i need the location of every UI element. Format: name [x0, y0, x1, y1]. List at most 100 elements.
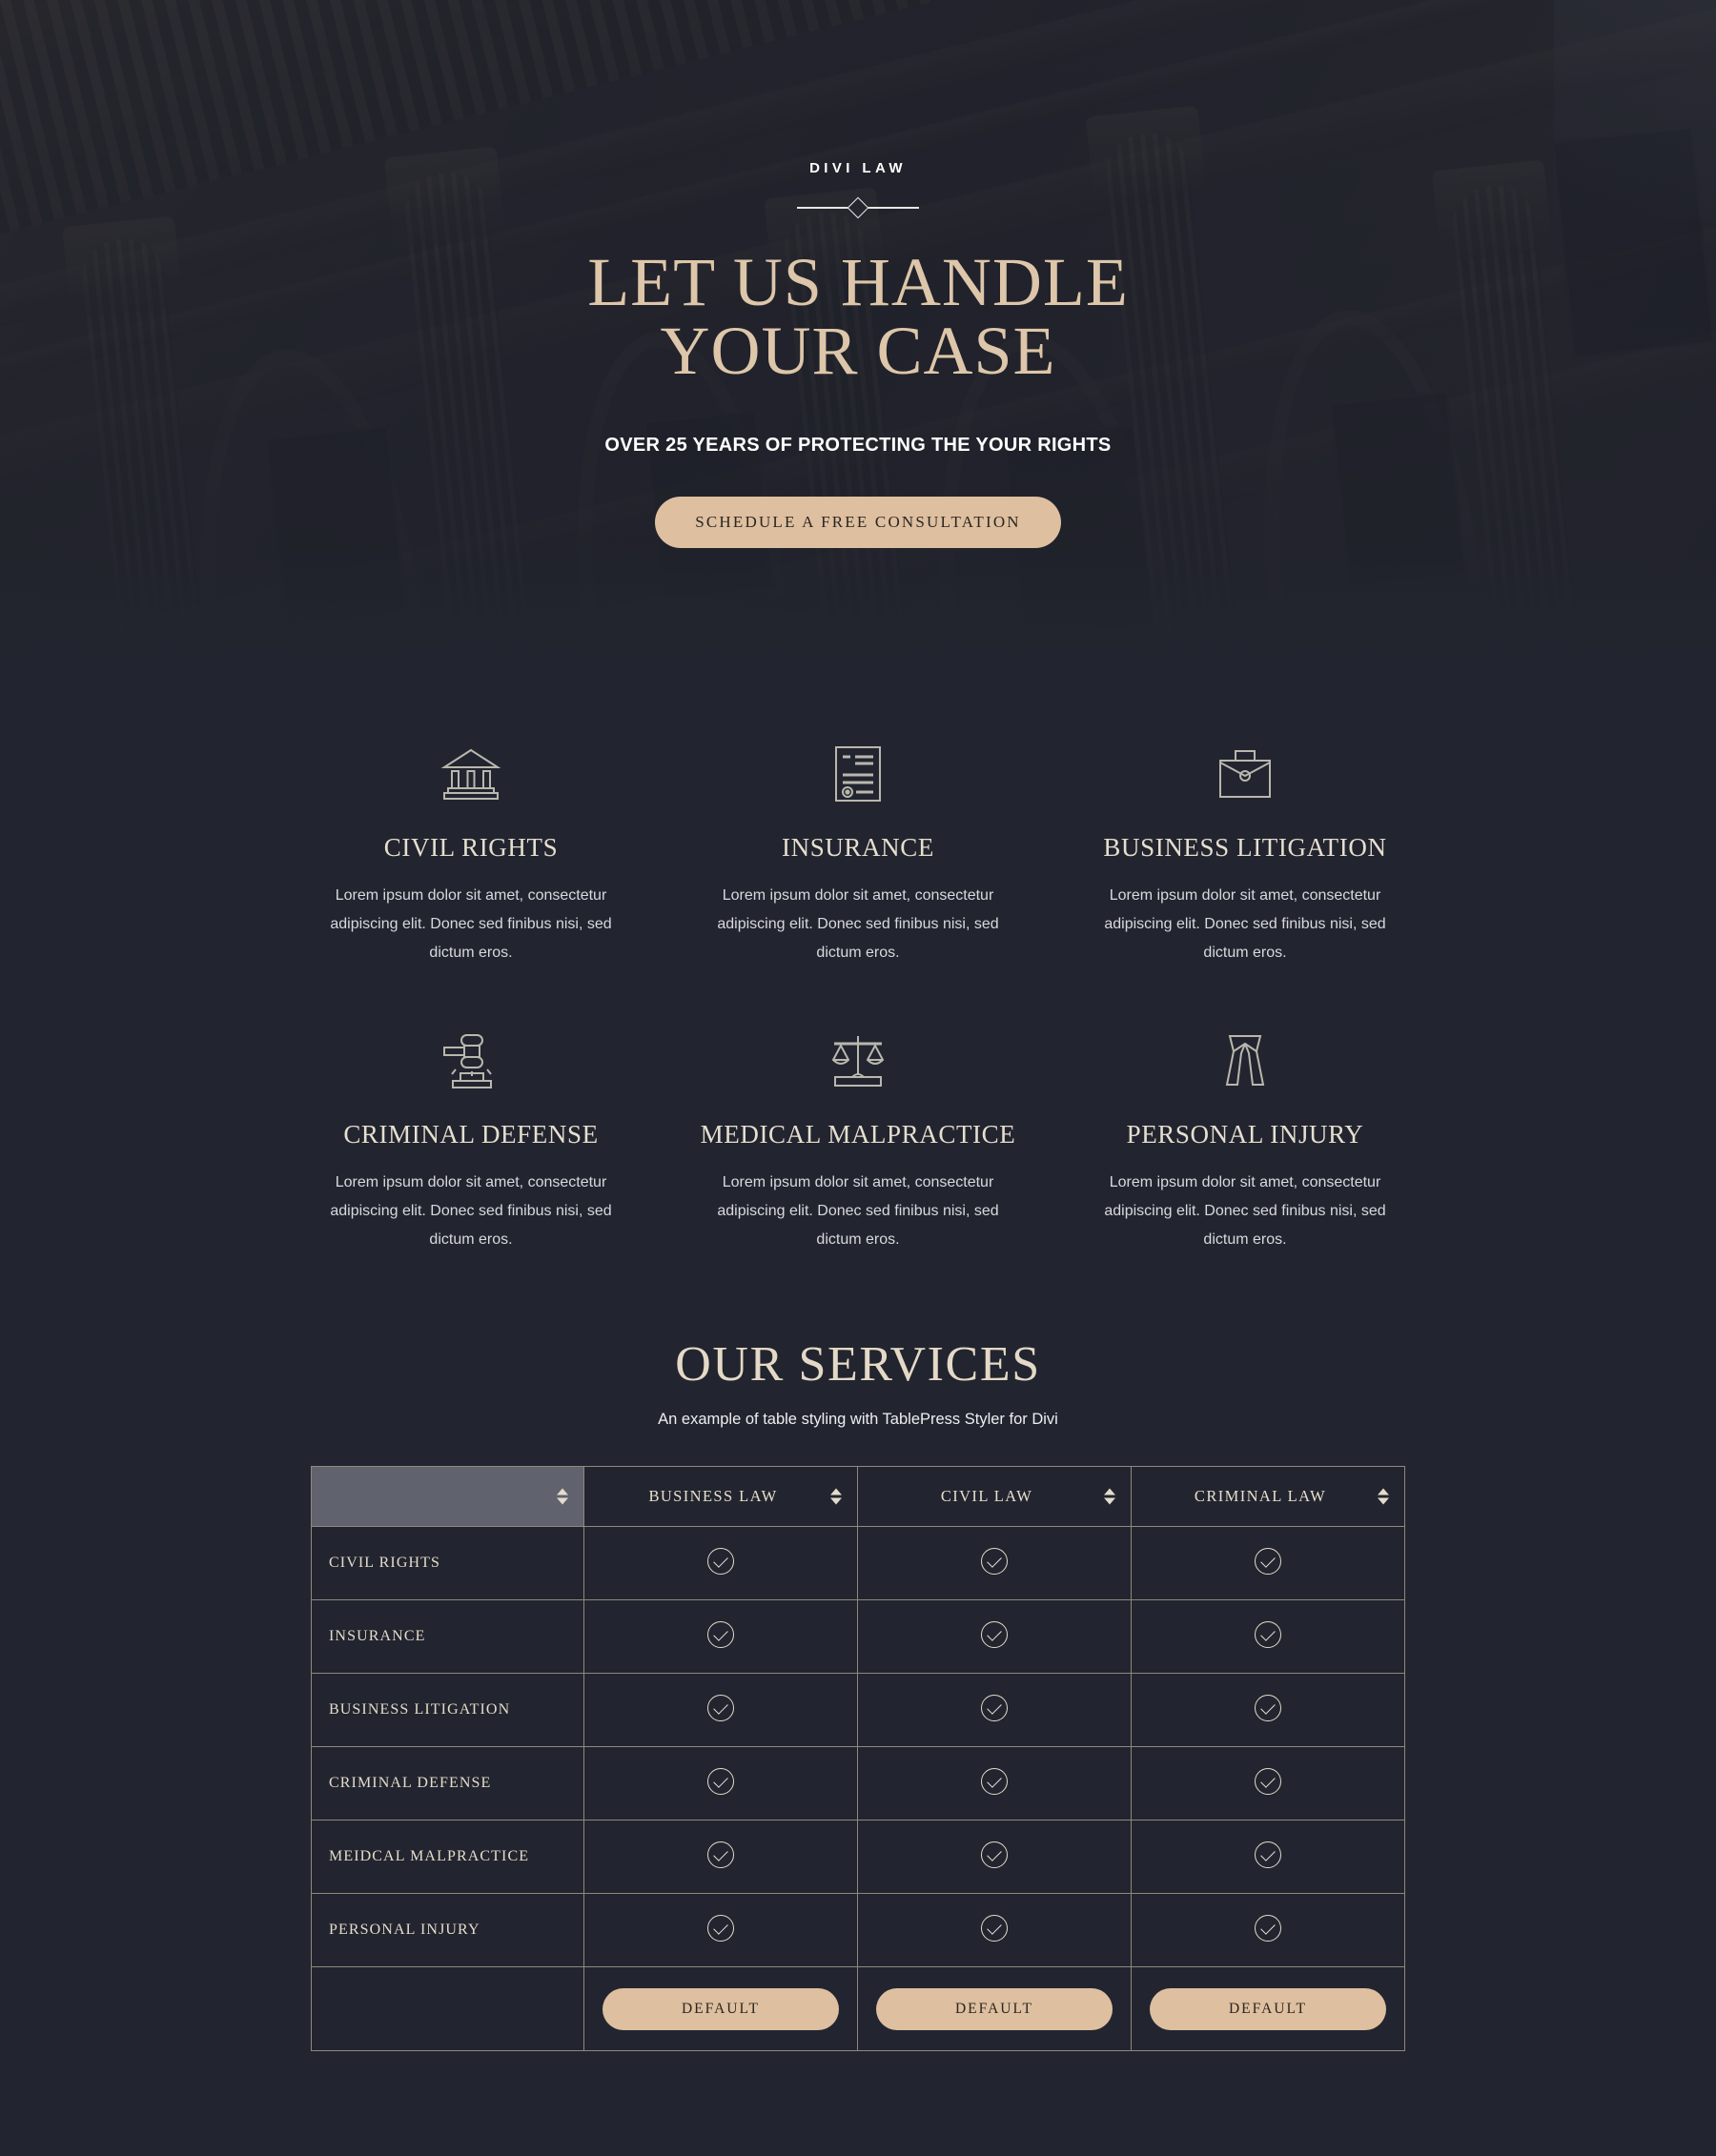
table-cell-button: DEFAULT [1131, 1966, 1405, 2051]
table-cell-button: DEFAULT [583, 1966, 858, 2051]
table-cell-check [583, 1893, 858, 1967]
service-card-civil-rights: CIVIL RIGHTS Lorem ipsum dolor sit amet,… [310, 736, 632, 967]
service-card-title: PERSONAL INJURY [1126, 1120, 1364, 1149]
section-subtitle: An example of table styling with TablePr… [658, 1411, 1058, 1428]
hero-title-line-1: LET US HANDLE [587, 244, 1129, 320]
table-header-cell-criminal-law[interactable]: CRIMINAL LAW [1131, 1466, 1405, 1527]
service-card-text: Lorem ipsum dolor sit amet, consectetur … [717, 1174, 999, 1248]
table-cell-check [1131, 1893, 1405, 1967]
service-card-insurance: INSURANCE Lorem ipsum dolor sit amet, co… [697, 736, 1019, 967]
check-circle-icon [981, 1841, 1008, 1868]
check-circle-icon [707, 1767, 734, 1795]
diamond-icon [847, 196, 869, 219]
service-card-title: MEDICAL MALPRACTICE [700, 1120, 1016, 1149]
table-cell-check [1131, 1526, 1405, 1600]
diamond-divider [797, 196, 919, 219]
services-grid: CIVIL RIGHTS Lorem ipsum dolor sit amet,… [310, 736, 1406, 1254]
table-cell-button: DEFAULT [857, 1966, 1132, 2051]
sort-arrows-icon[interactable] [1104, 1488, 1115, 1505]
sort-arrows-icon[interactable] [1378, 1488, 1389, 1505]
table-header-label: CIVIL LAW [940, 1487, 1033, 1505]
table-cell-check [857, 1599, 1132, 1674]
sort-arrows-icon[interactable] [830, 1488, 842, 1505]
gavel-icon [310, 1023, 632, 1099]
default-button-criminal-law[interactable]: DEFAULT [1150, 1987, 1386, 2030]
table-cell-check [583, 1599, 858, 1674]
table-head: BUSINESS LAW CIVIL LAW CRIMINAL LAW [311, 1466, 1405, 1527]
table-cell-check [1131, 1746, 1405, 1820]
hero-content: DIVI LAW LET US HANDLE YOUR CASE OVER 25… [0, 0, 1716, 548]
table-row: INSURANCE [311, 1599, 1405, 1674]
scales-icon [697, 1023, 1019, 1099]
table-row: CIVIL RIGHTS [311, 1526, 1405, 1600]
check-circle-icon [981, 1620, 1008, 1648]
sort-arrows-icon[interactable] [557, 1488, 568, 1505]
services-table: BUSINESS LAW CIVIL LAW CRIMINAL LAW CIVI [311, 1466, 1405, 2051]
check-circle-icon [981, 1694, 1008, 1721]
services-table-wrapper: BUSINESS LAW CIVIL LAW CRIMINAL LAW CIVI [311, 1466, 1405, 2051]
barrister-bands-icon [1084, 1023, 1406, 1099]
hero-title-line-2: YOUR CASE [660, 313, 1056, 389]
table-row: BUSINESS LITIGATION [311, 1673, 1405, 1747]
table-header-label: CRIMINAL LAW [1194, 1487, 1327, 1505]
services-grid-section: CIVIL RIGHTS Lorem ipsum dolor sit amet,… [0, 661, 1716, 1254]
service-card-text: Lorem ipsum dolor sit amet, consectetur … [330, 1174, 612, 1248]
table-row: MEIDCAL MALPRACTICE [311, 1820, 1405, 1894]
table-row-label: MEIDCAL MALPRACTICE [311, 1820, 584, 1894]
check-circle-icon [981, 1547, 1008, 1575]
service-card-business-litigation: BUSINESS LITIGATION Lorem ipsum dolor si… [1084, 736, 1406, 967]
table-row: PERSONAL INJURY [311, 1893, 1405, 1967]
check-circle-icon [1255, 1914, 1281, 1942]
service-card-text: Lorem ipsum dolor sit amet, consectetur … [330, 887, 612, 961]
service-card-text: Lorem ipsum dolor sit amet, consectetur … [717, 887, 999, 961]
table-cell-check [583, 1820, 858, 1894]
check-circle-icon [981, 1914, 1008, 1942]
service-card-title: INSURANCE [782, 833, 934, 862]
table-cell-check [857, 1526, 1132, 1600]
service-card-title: CIVIL RIGHTS [383, 833, 559, 862]
table-header-cell-sorted[interactable] [311, 1466, 584, 1527]
default-button-business-law[interactable]: DEFAULT [603, 1987, 839, 2030]
service-card-criminal-defense: CRIMINAL DEFENSE Lorem ipsum dolor sit a… [310, 1023, 632, 1254]
table-row-label: BUSINESS LITIGATION [311, 1673, 584, 1747]
table-row: CRIMINAL DEFENSE [311, 1746, 1405, 1820]
document-icon [697, 736, 1019, 812]
table-header-cell-civil-law[interactable]: CIVIL LAW [857, 1466, 1132, 1527]
check-circle-icon [707, 1620, 734, 1648]
table-row-label [311, 1966, 584, 2051]
check-circle-icon [1255, 1767, 1281, 1795]
check-circle-icon [1255, 1841, 1281, 1868]
table-cell-check [857, 1673, 1132, 1747]
table-cell-check [857, 1893, 1132, 1967]
table-header-cell-business-law[interactable]: BUSINESS LAW [583, 1466, 858, 1527]
brand-eyebrow: DIVI LAW [809, 160, 907, 176]
service-card-title: CRIMINAL DEFENSE [343, 1120, 599, 1149]
check-circle-icon [707, 1547, 734, 1575]
check-circle-icon [707, 1694, 734, 1721]
hero-title: LET US HANDLE YOUR CASE [0, 248, 1716, 385]
schedule-consultation-button[interactable]: SCHEDULE A FREE CONSULTATION [655, 497, 1061, 548]
table-cell-check [1131, 1820, 1405, 1894]
default-button-civil-law[interactable]: DEFAULT [876, 1987, 1113, 2030]
service-card-personal-injury: PERSONAL INJURY Lorem ipsum dolor sit am… [1084, 1023, 1406, 1254]
service-card-text: Lorem ipsum dolor sit amet, consectetur … [1104, 887, 1386, 961]
table-header-row: BUSINESS LAW CIVIL LAW CRIMINAL LAW [311, 1466, 1405, 1527]
service-card-text: Lorem ipsum dolor sit amet, consectetur … [1104, 1174, 1386, 1248]
table-cell-check [857, 1820, 1132, 1894]
table-cell-check [857, 1746, 1132, 1820]
table-cell-check [583, 1673, 858, 1747]
hero-section: DIVI LAW LET US HANDLE YOUR CASE OVER 25… [0, 0, 1716, 661]
check-circle-icon [981, 1767, 1008, 1795]
check-circle-icon [707, 1841, 734, 1868]
table-row-label: INSURANCE [311, 1599, 584, 1674]
our-services-section: OUR SERVICES An example of table styling… [0, 1254, 1716, 2156]
hero-subtitle: OVER 25 YEARS OF PROTECTING THE YOUR RIG… [604, 435, 1112, 456]
service-card-title: BUSINESS LITIGATION [1103, 833, 1387, 862]
service-card-medical-malpractice: MEDICAL MALPRACTICE Lorem ipsum dolor si… [697, 1023, 1019, 1254]
check-circle-icon [1255, 1620, 1281, 1648]
table-cell-check [1131, 1673, 1405, 1747]
check-circle-icon [707, 1914, 734, 1942]
table-row-label: PERSONAL INJURY [311, 1893, 584, 1967]
briefcase-icon [1084, 736, 1406, 812]
table-footer-row: DEFAULT DEFAULT DEFAULT [311, 1966, 1405, 2051]
